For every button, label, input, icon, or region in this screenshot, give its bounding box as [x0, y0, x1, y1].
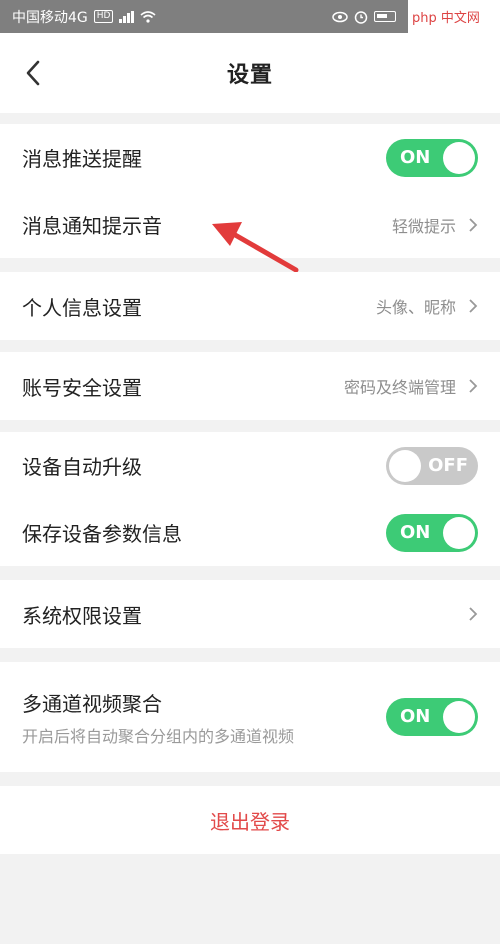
- toggle-state-label: ON: [400, 706, 431, 727]
- system-permissions-label: 系统权限设置: [22, 603, 142, 628]
- chevron-right-icon: [469, 299, 478, 313]
- save-parameters-toggle[interactable]: ON: [386, 513, 478, 552]
- multichannel-toggle[interactable]: ON: [386, 698, 478, 736]
- annotation-arrow-icon: [212, 222, 299, 273]
- carrier-label: 中国移动4G: [12, 9, 88, 26]
- toggle-knob: [443, 141, 475, 174]
- page-title: 设置: [226, 63, 273, 88]
- watermark: php 中文网: [408, 0, 500, 33]
- notification-sound-value: 轻微提示: [391, 216, 456, 236]
- status-left: 中国移动4G HD: [12, 7, 156, 27]
- status-right: [332, 10, 396, 24]
- group-multichannel: 多通道视频聚合 开启后将自动聚合分组内的多通道视频 ON: [0, 662, 500, 772]
- toggle-knob: [389, 449, 421, 482]
- row-auto-upgrade: 设备自动升级 OFF: [0, 432, 500, 499]
- row-save-parameters: 保存设备参数信息 ON: [0, 499, 500, 566]
- row-push-reminder: 消息推送提醒 ON: [0, 124, 500, 191]
- row-system-permissions[interactable]: 系统权限设置: [0, 580, 500, 648]
- chevron-right-icon: [469, 217, 478, 232]
- push-reminder-label: 消息推送提醒: [22, 147, 142, 171]
- group-device: 设备自动升级 OFF 保存设备参数信息 ON: [0, 432, 500, 566]
- multichannel-text: 多通道视频聚合 开启后将自动聚合分组内的多通道视频: [22, 688, 294, 747]
- toggle-state-label: ON: [400, 146, 431, 168]
- notification-sound-value-wrap: 轻微提示: [392, 213, 478, 237]
- hd-badge: HD: [93, 10, 114, 23]
- battery-icon: [374, 11, 396, 22]
- profile-settings-value: 头像、昵称: [375, 298, 456, 317]
- notification-sound-label: 消息通知提示音: [22, 214, 162, 238]
- nav-header: 设置: [0, 33, 500, 113]
- eye-icon: [332, 11, 348, 22]
- alarm-icon: [354, 10, 368, 24]
- chevron-right-icon: [469, 607, 478, 621]
- group-security: 账号安全设置 密码及终端管理: [0, 352, 500, 420]
- auto-upgrade-label: 设备自动升级: [22, 455, 142, 479]
- auto-upgrade-toggle[interactable]: OFF: [386, 446, 478, 485]
- account-security-value-wrap: 密码及终端管理: [344, 374, 478, 398]
- wifi-icon: [140, 10, 156, 23]
- save-parameters-label: 保存设备参数信息: [22, 522, 182, 546]
- toggle-state-label: OFF: [428, 454, 468, 476]
- row-profile-settings[interactable]: 个人信息设置 头像、昵称: [0, 272, 500, 340]
- logout-button[interactable]: 退出登录: [0, 786, 500, 854]
- watermark-label: php 中文网: [412, 11, 480, 26]
- toggle-knob: [443, 516, 475, 549]
- account-security-value: 密码及终端管理: [343, 378, 456, 397]
- toggle-state-label: ON: [400, 521, 431, 543]
- profile-settings-label: 个人信息设置: [22, 295, 142, 320]
- row-multichannel-video: 多通道视频聚合 开启后将自动聚合分组内的多通道视频 ON: [0, 662, 500, 772]
- multichannel-description: 开启后将自动聚合分组内的多通道视频: [22, 726, 295, 746]
- toggle-knob: [443, 701, 475, 733]
- group-profile: 个人信息设置 头像、昵称: [0, 272, 500, 340]
- multichannel-label: 多通道视频聚合: [22, 691, 162, 716]
- profile-settings-value-wrap: 头像、昵称: [376, 294, 478, 318]
- signal-icon: [119, 10, 135, 23]
- push-reminder-toggle[interactable]: ON: [386, 138, 478, 177]
- row-account-security[interactable]: 账号安全设置 密码及终端管理: [0, 352, 500, 420]
- status-bar: 中国移动4G HD php 中文网: [0, 0, 500, 33]
- chevron-right-icon: [469, 379, 478, 393]
- group-permissions: 系统权限设置: [0, 580, 500, 648]
- account-security-label: 账号安全设置: [22, 375, 142, 400]
